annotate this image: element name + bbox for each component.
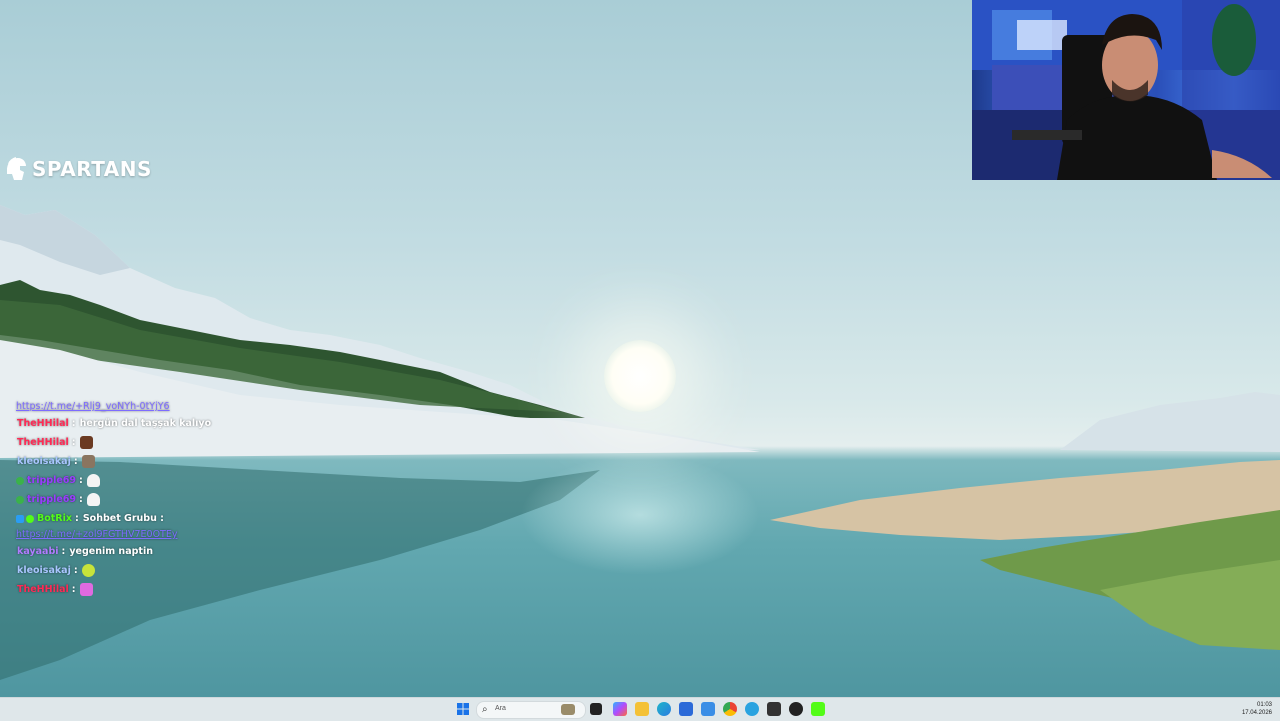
system-clock[interactable]: 01:03 17.04.2026 xyxy=(1242,701,1272,717)
chat-message: BotRix : Sohbet Grubu : xyxy=(14,509,334,528)
chat-username[interactable]: tripple69 xyxy=(27,490,76,509)
chat-link-message: https://t.me/+Rlj9_voNYh-0tYjY6 xyxy=(14,400,334,414)
portrait-emote-icon xyxy=(81,455,95,468)
face-emote-icon xyxy=(79,436,93,449)
chat-message: TheHHilal : xyxy=(14,580,334,599)
chat-text: hergün dal taşşak kalıyo xyxy=(79,418,212,429)
clock-time: 01:03 xyxy=(1256,702,1272,708)
bot-badge-icon xyxy=(16,514,24,523)
chat-separator: : xyxy=(71,584,76,595)
widget-icon[interactable] xyxy=(561,704,575,715)
chat-text: yegenim naptin xyxy=(69,546,153,557)
search-placeholder: Ara xyxy=(495,705,506,712)
chat-separator: : xyxy=(73,565,78,576)
chat-message: TheHHilal : hergün dal taşşak kalıyo xyxy=(14,414,334,433)
chat-username[interactable]: kleoisakaj xyxy=(17,452,71,471)
chat-username[interactable]: TheHHilal xyxy=(17,580,69,599)
task-view-icon[interactable] xyxy=(590,703,602,715)
chat-message: TheHHilal : xyxy=(14,433,334,452)
obs-icon[interactable] xyxy=(789,702,803,716)
search-icon: ⌕ xyxy=(482,704,488,715)
chat-separator: : xyxy=(71,418,76,429)
chat-username[interactable]: TheHHilal xyxy=(17,414,69,433)
chat-separator: : xyxy=(73,456,78,467)
search-box[interactable]: ⌕ Ara xyxy=(476,701,586,719)
kick-icon[interactable] xyxy=(811,702,825,716)
app-icon[interactable] xyxy=(767,702,781,716)
spartans-logo: SPARTANS xyxy=(4,156,152,182)
chat-separator: : xyxy=(79,475,83,486)
chat-separator: : xyxy=(61,546,66,557)
chat-text: Sohbet Grubu : xyxy=(82,513,164,524)
chat-username[interactable]: BotRix xyxy=(37,509,72,528)
clock-date: 17.04.2026 xyxy=(1241,710,1272,716)
chrome-icon[interactable] xyxy=(723,702,737,716)
ghost-emote-icon xyxy=(86,493,100,506)
ghost-emote-icon xyxy=(86,474,100,487)
chat-message: tripple69 : xyxy=(14,471,334,490)
store-icon[interactable] xyxy=(679,702,693,716)
sun xyxy=(604,340,676,412)
chat-username[interactable]: TheHHilal xyxy=(17,433,69,452)
stream-chat: https://t.me/+Rlj9_voNYh-0tYjY6 TheHHila… xyxy=(14,400,334,599)
chat-message: kleoisakaj : xyxy=(14,561,334,580)
frog-emote-icon xyxy=(81,564,95,577)
chat-username[interactable]: kayaabi xyxy=(17,542,59,561)
green-badge-icon xyxy=(16,495,24,504)
chat-separator: : xyxy=(79,494,83,505)
chat-link-message: https://t.me/+zol9FGTHV7E0OTEy xyxy=(14,528,334,542)
chat-username[interactable]: kleoisakaj xyxy=(17,561,71,580)
green-badge-icon xyxy=(16,476,24,485)
water-reflection xyxy=(520,455,760,575)
photos-icon[interactable] xyxy=(701,702,715,716)
chat-message: tripple69 : xyxy=(14,490,334,509)
webcam-scene xyxy=(972,0,1280,180)
logo-text: SPARTANS xyxy=(32,157,152,181)
edge-icon[interactable] xyxy=(657,702,671,716)
chat-link[interactable]: https://t.me/+Rlj9_voNYh-0tYjY6 xyxy=(16,400,170,414)
chat-separator: : xyxy=(75,513,79,524)
chat-message: kleoisakaj : xyxy=(14,452,334,471)
telegram-icon[interactable] xyxy=(745,702,759,716)
helmet-icon xyxy=(7,157,26,180)
chat-username[interactable]: tripple69 xyxy=(27,471,76,490)
pink-emote-icon xyxy=(79,583,93,596)
chat-link[interactable]: https://t.me/+zol9FGTHV7E0OTEy xyxy=(16,528,177,542)
chat-message: kayaabi : yegenim naptin xyxy=(14,542,334,561)
webcam-overlay xyxy=(972,0,1280,180)
chat-separator: : xyxy=(71,437,76,448)
verified-badge-icon xyxy=(26,514,34,523)
file-explorer-icon[interactable] xyxy=(635,702,649,716)
start-icon[interactable] xyxy=(456,702,470,716)
taskbar: ⌕ Ara 01:03 17.04.2026 xyxy=(0,697,1280,721)
copilot-icon[interactable] xyxy=(613,702,627,716)
